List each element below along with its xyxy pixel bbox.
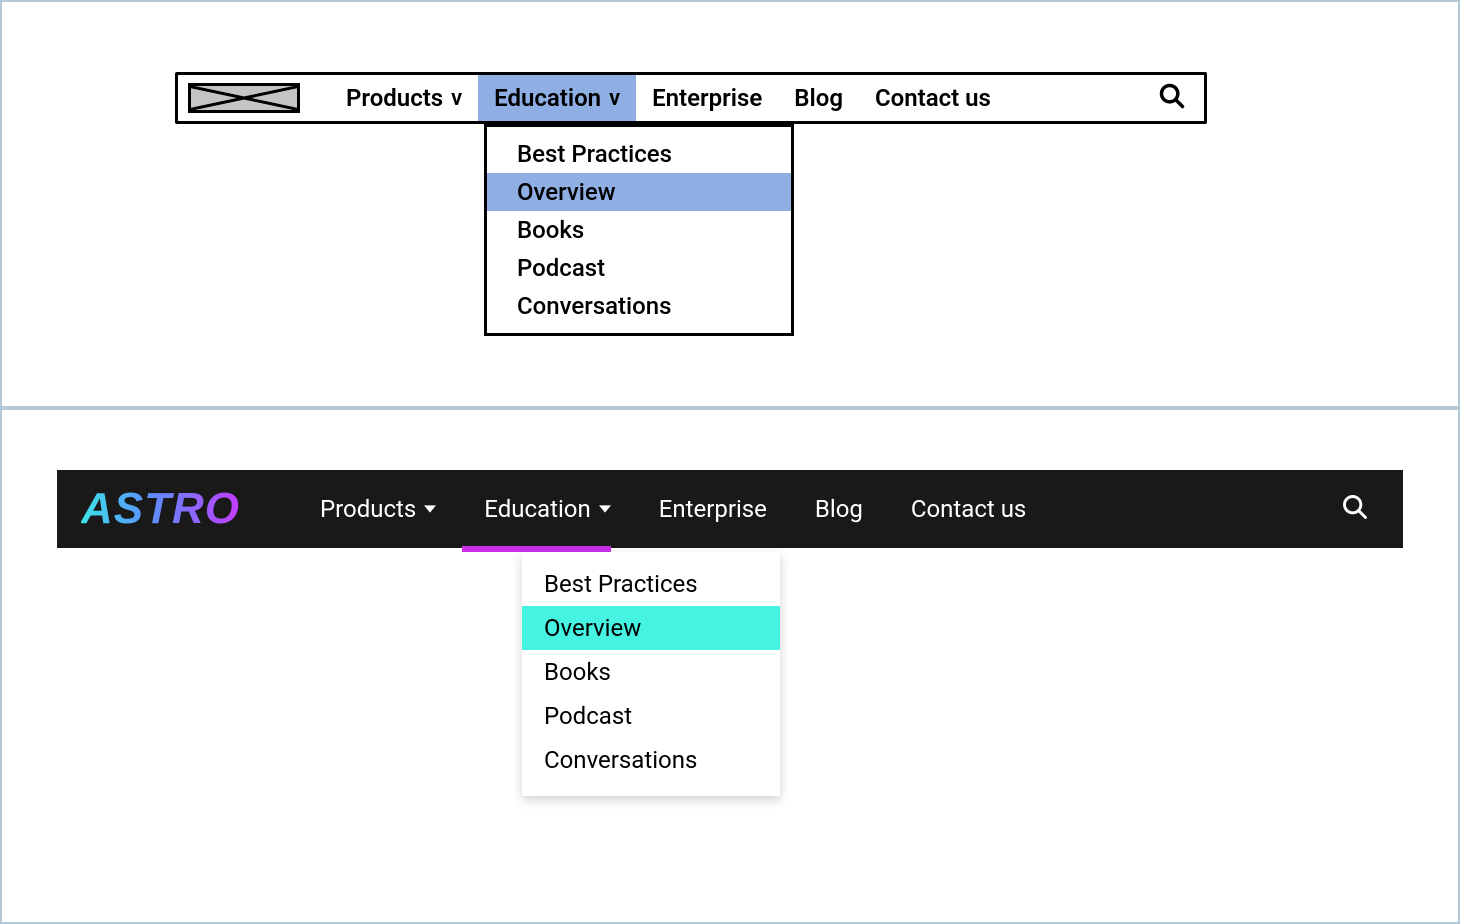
nav-label: Education [494,84,601,112]
nav-label: Products [346,84,443,112]
nav-label: Contact us [911,495,1026,523]
nav-label: Enterprise [659,495,767,523]
dropdown-item-best-practices[interactable]: Best Practices [487,135,791,173]
dropdown-item-label: Overview [544,614,641,642]
chevron-down-icon: v [609,86,620,111]
nav-item-enterprise[interactable]: Enterprise [636,75,778,121]
dropdown-item-best-practices[interactable]: Best Practices [522,562,780,606]
dropdown-item-label: Best Practices [517,140,672,168]
dropdown-item-label: Conversations [544,746,697,774]
dropdown-item-label: Podcast [544,702,632,730]
education-dropdown: Best Practices Overview Books Podcast Co… [522,552,780,796]
dropdown-item-label: Books [517,216,584,244]
dropdown-item-conversations[interactable]: Conversations [522,738,780,782]
wireframe-nav-items: Products v Education v Enterprise Blog C… [330,75,1007,121]
dropdown-item-books[interactable]: Books [522,650,780,694]
chevron-down-icon: v [451,86,462,111]
search-icon[interactable] [1158,82,1186,114]
nav-item-blog[interactable]: Blog [793,470,885,548]
nav-label: Education [484,495,590,523]
chevron-down-icon [599,503,611,515]
dropdown-item-label: Conversations [517,292,671,320]
nav-item-blog[interactable]: Blog [778,75,859,121]
nav-item-education[interactable]: Education v [478,75,636,121]
nav-item-products[interactable]: Products [298,470,458,548]
logo-placeholder[interactable] [188,83,300,113]
dropdown-item-label: Podcast [517,254,605,282]
highfidelity-panel: ASTRO Products Education Enterprise Blog [0,408,1460,924]
nav-item-enterprise[interactable]: Enterprise [637,470,789,548]
astro-logo[interactable]: ASTRO [81,484,240,534]
dropdown-item-conversations[interactable]: Conversations [487,287,791,325]
dropdown-item-label: Books [544,658,611,686]
nav-label: Blog [815,495,863,523]
nav-label: Contact us [875,84,991,112]
dropdown-item-overview[interactable]: Overview [487,173,791,211]
dropdown-item-podcast[interactable]: Podcast [522,694,780,738]
nav-item-contact-us[interactable]: Contact us [889,470,1048,548]
chevron-down-icon [424,503,436,515]
nav-label: Products [320,495,416,523]
dropdown-item-podcast[interactable]: Podcast [487,249,791,287]
nav-label: Blog [794,84,843,112]
dropdown-item-label: Best Practices [544,570,698,598]
education-dropdown: Best Practices Overview Books Podcast Co… [484,124,794,336]
nav-label: Enterprise [652,84,762,112]
dropdown-item-label: Overview [517,178,616,206]
dropdown-item-books[interactable]: Books [487,211,791,249]
wireframe-panel: Products v Education v Enterprise Blog C… [0,0,1460,408]
dropdown-item-overview[interactable]: Overview [522,606,780,650]
nav-item-products[interactable]: Products v [330,75,478,121]
highfidelity-nav-items: Products Education Enterprise Blog Conta… [298,470,1048,548]
nav-item-contact-us[interactable]: Contact us [859,75,1007,121]
highfidelity-navbar: ASTRO Products Education Enterprise Blog [57,470,1403,548]
search-icon[interactable] [1341,493,1369,525]
nav-item-education[interactable]: Education [462,470,632,548]
wireframe-navbar: Products v Education v Enterprise Blog C… [175,72,1207,124]
